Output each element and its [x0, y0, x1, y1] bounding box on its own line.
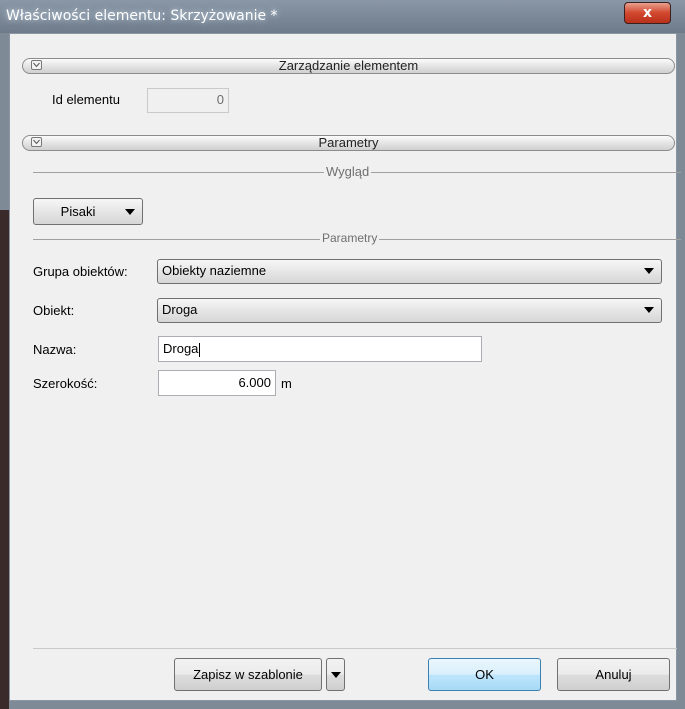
- close-button[interactable]: x: [624, 2, 671, 24]
- footer-divider: [33, 648, 677, 649]
- name-label: Nazwa:: [33, 342, 77, 357]
- cancel-button[interactable]: Anuluj: [557, 658, 670, 691]
- dialog-window: Właściwości elementu: Skrzyżowanie * x Z…: [0, 0, 685, 709]
- chevron-down-icon: [644, 307, 654, 313]
- width-input[interactable]: 6.000: [158, 370, 276, 396]
- dialog-client-area: [9, 33, 677, 701]
- chevron-down-icon: [644, 268, 654, 274]
- chevron-down-icon: [331, 672, 341, 678]
- parameters-caption: Parametry: [320, 231, 380, 245]
- object-value: Droga: [162, 302, 198, 317]
- section-title: Parametry: [318, 135, 379, 150]
- object-select[interactable]: Droga: [157, 298, 662, 323]
- width-unit: m: [281, 376, 292, 391]
- element-id-field: 0: [147, 88, 229, 113]
- object-group-value: Obiekty naziemne: [162, 263, 267, 278]
- object-group-label: Grupa obiektów:: [33, 264, 128, 279]
- section-title: Zarządzanie elementem: [278, 58, 419, 73]
- appearance-caption: Wygląd: [324, 164, 372, 179]
- background-strip: [0, 210, 9, 709]
- close-icon: x: [642, 5, 653, 21]
- object-label: Obiekt:: [33, 303, 75, 318]
- window-title: Właściwości elementu: Skrzyżowanie *: [6, 8, 278, 24]
- object-group-select[interactable]: Obiekty naziemne: [157, 259, 662, 284]
- pens-button-label: Pisaki: [60, 204, 96, 219]
- save-template-dropdown[interactable]: [326, 658, 345, 691]
- save-template-button[interactable]: Zapisz w szablonie: [174, 658, 322, 691]
- pens-dropdown-button[interactable]: Pisaki: [33, 198, 143, 225]
- title-bar[interactable]: Właściwości elementu: Skrzyżowanie * x: [0, 0, 685, 33]
- name-input[interactable]: Droga: [158, 336, 482, 362]
- section-header-parameters[interactable]: Parametry: [22, 135, 675, 151]
- width-label: Szerokość:: [33, 376, 98, 391]
- chevron-down-icon: [125, 209, 135, 215]
- element-id-label: Id elementu: [52, 92, 120, 107]
- name-value: Droga: [163, 341, 199, 356]
- ok-button[interactable]: OK: [428, 658, 541, 691]
- text-cursor: [199, 342, 201, 357]
- section-header-management[interactable]: Zarządzanie elementem: [22, 58, 675, 74]
